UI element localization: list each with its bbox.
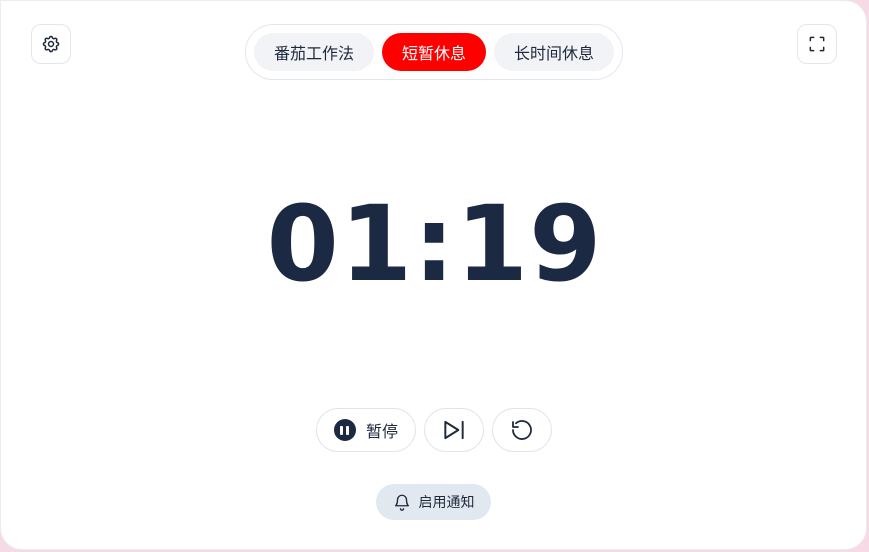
pause-icon (333, 419, 356, 441)
gear-icon (42, 35, 60, 53)
skip-button[interactable] (424, 408, 484, 452)
bell-icon (394, 494, 409, 511)
pause-button[interactable]: 暂停 (316, 408, 416, 452)
pomodoro-card: 番茄工作法 短暂休息 长时间休息 01:19 暂停 启用通知 (0, 0, 867, 550)
tab-short-break[interactable]: 短暂休息 (382, 33, 486, 71)
skip-next-icon (444, 420, 464, 440)
notify-label: 启用通知 (418, 495, 475, 511)
reset-button[interactable] (492, 408, 552, 452)
settings-button[interactable] (31, 24, 71, 64)
fullscreen-button[interactable] (797, 24, 837, 64)
mode-tabs: 番茄工作法 短暂休息 长时间休息 (245, 24, 623, 80)
timer-display: 01:19 (266, 183, 603, 305)
pause-label: 暂停 (365, 422, 398, 441)
reset-icon (512, 420, 532, 440)
enable-notifications-button[interactable]: 启用通知 (376, 484, 491, 520)
tab-pomodoro[interactable]: 番茄工作法 (254, 33, 374, 71)
fullscreen-icon (809, 36, 825, 52)
tab-long-break[interactable]: 长时间休息 (494, 33, 614, 71)
